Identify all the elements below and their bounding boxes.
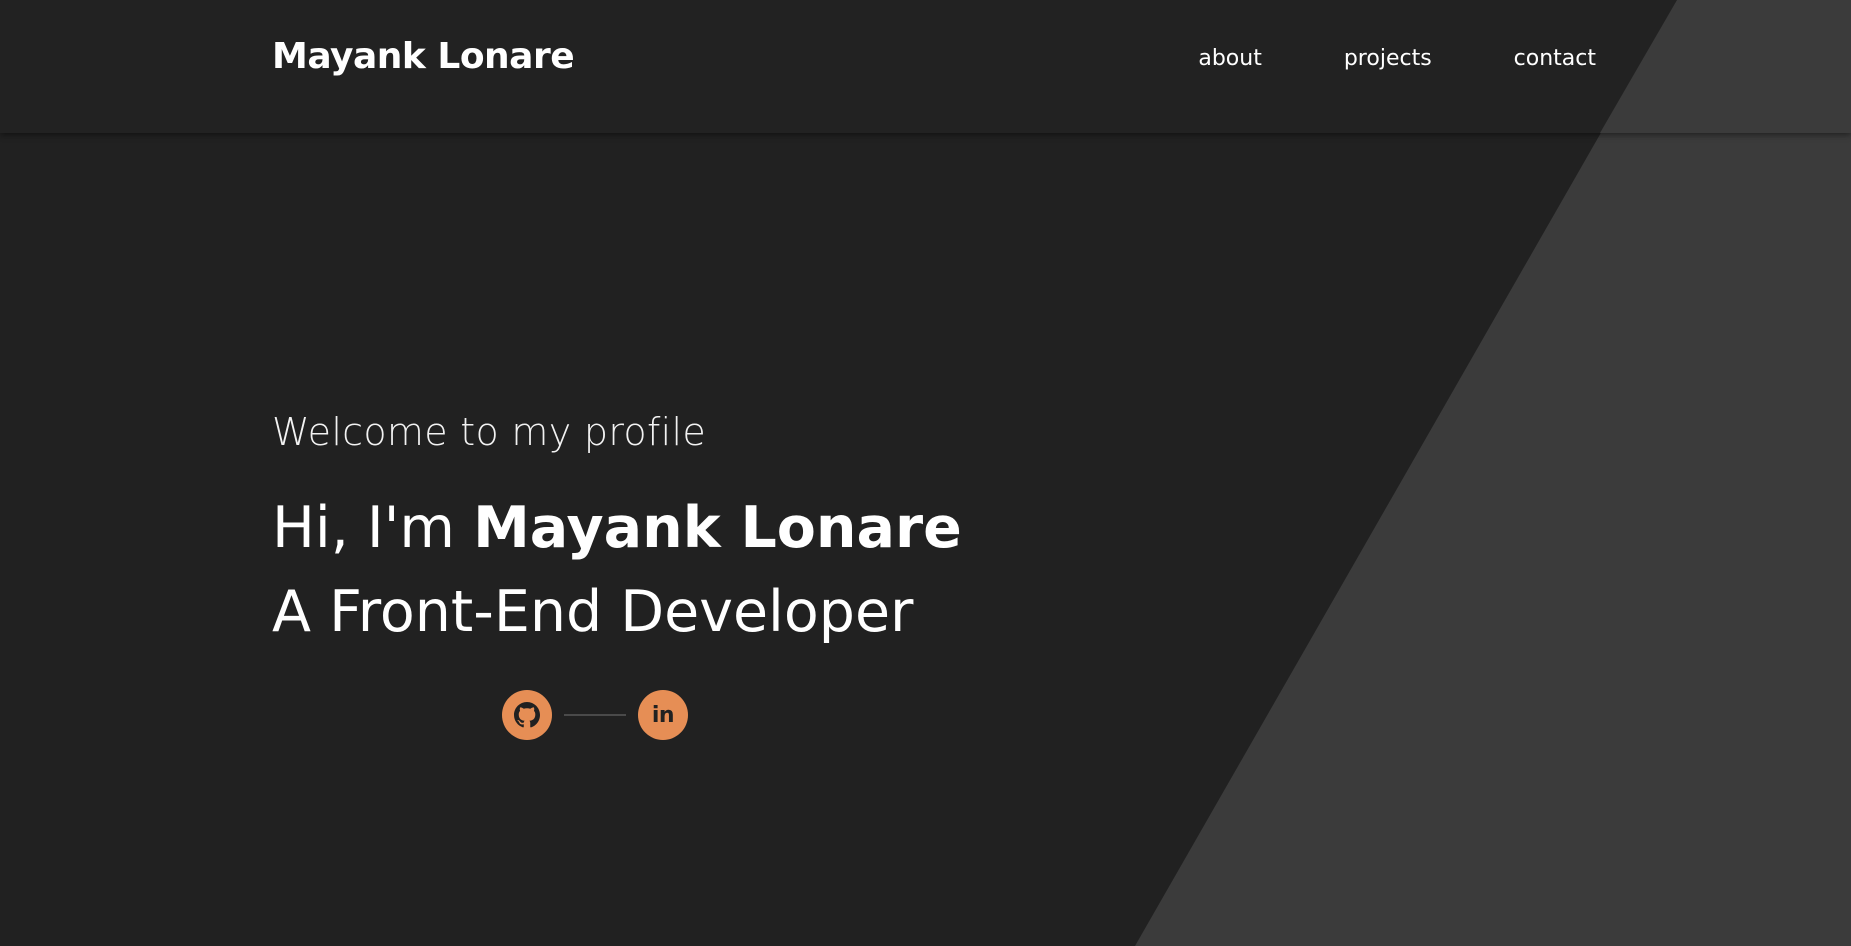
greeting-name: Mayank Lonare bbox=[473, 495, 962, 561]
linkedin-icon: in bbox=[651, 702, 675, 728]
nav-link-about[interactable]: about bbox=[1198, 46, 1261, 71]
hero-section: Welcome to my profile Hi, I'm Mayank Lon… bbox=[272, 410, 962, 646]
nav-link-contact[interactable]: contact bbox=[1514, 46, 1596, 71]
github-link[interactable] bbox=[502, 690, 552, 740]
github-icon bbox=[514, 702, 540, 728]
nav-link-projects[interactable]: projects bbox=[1344, 46, 1432, 71]
site-logo[interactable]: Mayank Lonare bbox=[272, 36, 575, 77]
role-heading: A Front-End Developer bbox=[272, 579, 914, 645]
linkedin-link[interactable]: in bbox=[638, 690, 688, 740]
welcome-text: Welcome to my profile bbox=[272, 410, 707, 454]
main-nav: about projects contact bbox=[1116, 46, 1596, 71]
social-divider-line bbox=[564, 714, 626, 716]
page: Mayank Lonare about projects contact Wel… bbox=[0, 0, 1851, 946]
social-links: in bbox=[502, 690, 688, 740]
site-header: Mayank Lonare about projects contact bbox=[0, 0, 1851, 133]
greeting-heading: Hi, I'm Mayank Lonare bbox=[272, 494, 962, 562]
greeting-prefix: Hi, I'm bbox=[272, 495, 474, 561]
